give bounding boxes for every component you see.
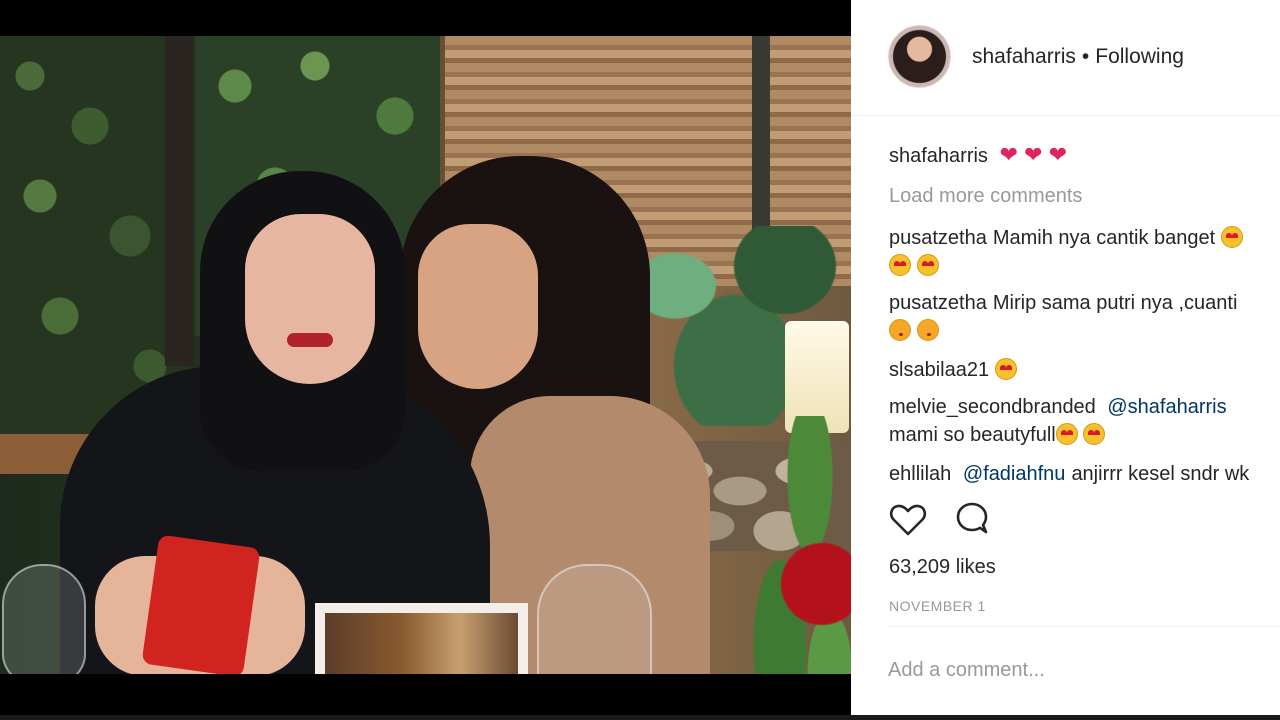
post-photo-panel bbox=[0, 0, 851, 720]
photo-glass-right bbox=[537, 564, 652, 674]
caption: shafaharris ❤ ❤ ❤ bbox=[889, 140, 1067, 171]
comment-mention[interactable]: @fadiahfnu bbox=[963, 463, 1066, 485]
heart-eyes-emoji bbox=[1055, 423, 1078, 445]
photo-person-left-face bbox=[245, 214, 375, 384]
kiss-emoji bbox=[916, 319, 939, 341]
bottom-edge bbox=[0, 715, 1280, 720]
following-button[interactable]: Following bbox=[1095, 45, 1184, 68]
photo-menu-card-image bbox=[325, 613, 518, 674]
heart-eyes-emoji bbox=[1220, 226, 1243, 248]
comment-item: pusatzetha Mirip sama putri nya ,cuanti bbox=[889, 288, 1237, 318]
post-date: NOVEMBER 1 bbox=[889, 598, 986, 614]
post-header: shafaharris • Following bbox=[851, 0, 1280, 116]
header-line: shafaharris • Following bbox=[972, 45, 1184, 69]
comment-text: mami so beautyfull bbox=[889, 424, 1056, 446]
comment-username[interactable]: pusatzetha bbox=[889, 227, 987, 249]
post-side-panel: shafaharris • Following shafaharris ❤ ❤ ❤ … bbox=[851, 0, 1280, 715]
comment-text: Mirip sama putri nya ,cuanti bbox=[992, 292, 1238, 314]
post-photo[interactable] bbox=[0, 36, 851, 674]
avatar[interactable] bbox=[888, 25, 951, 88]
comment-username[interactable]: pusatzetha bbox=[889, 292, 987, 314]
comment-text: anjirrr kesel sndr wk bbox=[1071, 463, 1250, 485]
comment-username[interactable]: ehllilah bbox=[889, 463, 951, 485]
likes-count[interactable]: 63,209 likes bbox=[889, 556, 996, 579]
photo-post-left bbox=[165, 36, 193, 366]
heart-outline-icon[interactable] bbox=[888, 500, 928, 540]
comment-item: pusatzetha Mamih nya cantik banget bbox=[889, 223, 1243, 253]
photo-person-left-lips bbox=[287, 333, 333, 347]
heart-eyes-emoji bbox=[916, 254, 939, 276]
heart-eyes-emoji bbox=[994, 358, 1017, 380]
heart-emoji: ❤ ❤ ❤ bbox=[999, 142, 1068, 167]
comment-item: slsabilaa21 bbox=[889, 355, 1017, 385]
comment-emoji-line bbox=[889, 251, 939, 281]
divider bbox=[888, 626, 1280, 627]
separator-dot: • bbox=[1081, 45, 1090, 68]
load-more-comments-button[interactable]: Load more comments bbox=[889, 181, 1082, 211]
kiss-emoji bbox=[889, 319, 911, 341]
heart-eyes-emoji bbox=[1083, 423, 1106, 445]
photo-red-phone bbox=[141, 534, 261, 674]
comment-text: Mamih nya cantik banget bbox=[992, 227, 1216, 249]
heart-eyes-emoji bbox=[889, 254, 911, 276]
caption-username[interactable]: shafaharris bbox=[889, 145, 988, 167]
comment-emoji-line bbox=[889, 316, 939, 346]
photo-red-flower bbox=[772, 524, 851, 654]
comment-username[interactable]: slsabilaa21 bbox=[889, 359, 989, 381]
photo-person-right-face bbox=[418, 224, 538, 389]
photo-glass-left bbox=[2, 564, 86, 674]
speech-bubble-icon[interactable] bbox=[952, 500, 992, 540]
add-comment-input[interactable] bbox=[888, 650, 1248, 690]
username-link[interactable]: shafaharris bbox=[972, 45, 1076, 68]
post-actions bbox=[888, 500, 1088, 544]
comment-item: ehllilah @fadiahfnu anjirrr kesel sndr wk bbox=[889, 459, 1249, 489]
comment-item: melvie_secondbranded @shafaharris bbox=[889, 392, 1227, 422]
comment-text-line: mami so beautyfull bbox=[889, 420, 1106, 450]
comment-mention[interactable]: @shafaharris bbox=[1107, 396, 1226, 418]
photo-menu-card bbox=[315, 603, 528, 674]
comment-username[interactable]: melvie_secondbranded bbox=[889, 396, 1096, 418]
